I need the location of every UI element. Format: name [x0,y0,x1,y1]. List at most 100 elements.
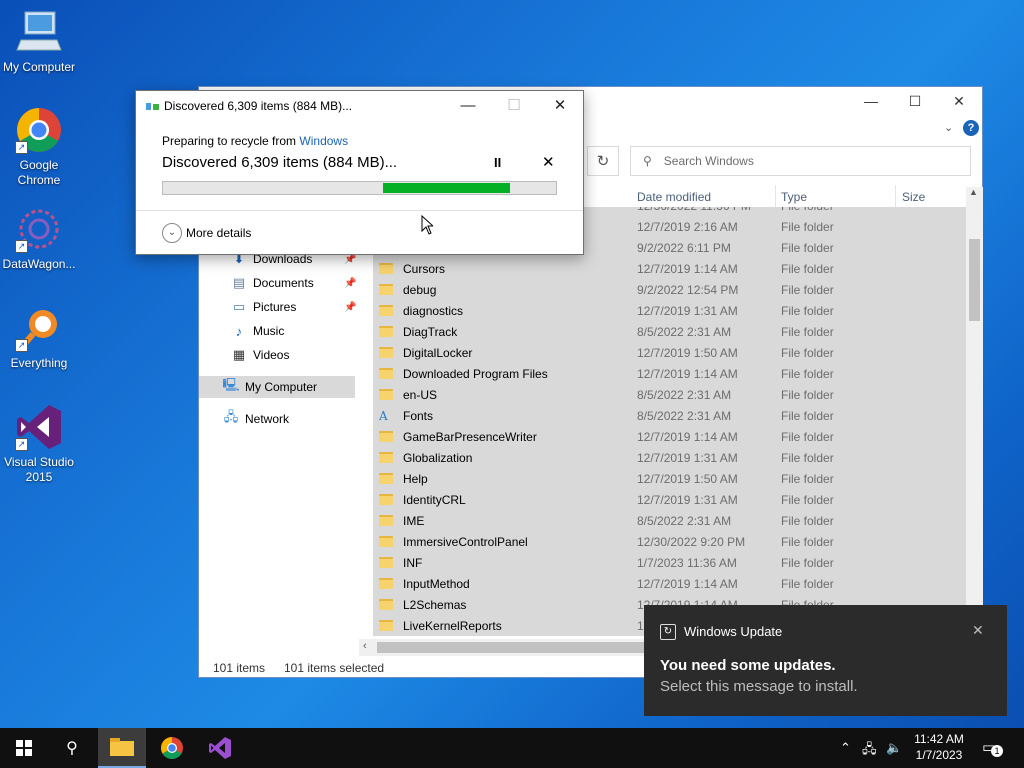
table-row[interactable]: Downloaded Program Files 12/7/2019 1:14 A… [373,363,966,384]
table-row[interactable]: en-US 8/5/2022 2:31 AM File folder [373,384,966,405]
vertical-scroll-thumb[interactable] [969,239,980,321]
cell-name: InputMethod [403,576,470,591]
visual-studio-icon: ↗ [15,403,63,451]
table-row[interactable]: debug 9/2/2022 12:54 PM File folder [373,279,966,300]
help-icon[interactable]: ? [963,120,979,136]
taskbar-visual-studio[interactable] [196,728,244,768]
table-row[interactable]: INF 1/7/2023 11:36 AM File folder [373,552,966,573]
datawagon-icon: ↗ [15,205,63,253]
network-icon: 🖧 [223,409,239,424]
table-row[interactable]: Help 12/7/2019 1:50 AM File folder [373,468,966,489]
nav-item-videos[interactable]: ▦ Videos [231,344,290,366]
chevron-down-icon[interactable]: ⌄ [162,223,182,243]
network-icon[interactable]: 🖧 [862,740,877,762]
clock[interactable]: 11:42 AM 1/7/2023 [905,731,973,763]
maximize-button: ☐ [507,97,521,114]
shortcut-arrow-icon: ↗ [15,339,28,352]
close-button[interactable]: ✕ [540,95,580,119]
source-folder-link[interactable]: Windows [299,134,348,148]
refresh-button[interactable]: ↻ [587,146,619,176]
table-row[interactable]: diagnostics 12/7/2019 1:31 AM File folder [373,300,966,321]
search-icon: ⚲ [643,154,652,168]
desktop-icon-google-chrome[interactable]: ↗ Google Chrome [0,106,78,188]
cell-date: 12/7/2019 1:14 AM [637,429,738,444]
nav-item-pictures[interactable]: ▭ Pictures [231,296,297,318]
cell-type: File folder [781,492,834,507]
cell-type: File folder [781,207,834,213]
table-row[interactable]: DigitalLocker 12/7/2019 1:50 AM File folde… [373,342,966,363]
cell-type: File folder [781,303,834,318]
ribbon-expand-icon[interactable]: ⌄ [944,121,953,134]
desktop-icon-datawagon[interactable]: ↗ DataWagon... [0,205,78,272]
file-list[interactable]: 12/30/2022 11:36 PM File folder 12/7/2019 … [373,207,966,639]
notification-count-badge: 1 [991,745,1003,757]
show-hidden-icons-chevron-icon[interactable]: ⌃ [840,740,851,756]
table-row[interactable]: ImmersiveControlPanel 12/30/2022 9:20 PM F… [373,531,966,552]
folder-icon [379,494,393,505]
table-row[interactable]: IME 8/5/2022 2:31 AM File folder [373,510,966,531]
cell-type: File folder [781,471,834,486]
folder-icon [379,599,393,610]
start-button[interactable] [0,728,48,768]
more-details-button[interactable]: More details [186,226,251,240]
scroll-up-arrow-icon[interactable]: ▲ [969,187,978,197]
cell-date: 8/5/2022 2:31 AM [637,387,732,402]
nav-label: Pictures [253,300,297,314]
desktop-icon-visual-studio[interactable]: ↗ Visual Studio 2015 [0,403,78,485]
action-center-button[interactable]: ▭ 1 [982,738,1004,758]
pin-icon: 📌 [344,254,357,265]
desktop-icon-everything[interactable]: ↗ Everything [0,304,78,371]
maximize-button[interactable]: ☐ [893,93,937,110]
folder-icon [379,515,393,526]
pause-button[interactable]: II [494,155,501,170]
cancel-button[interactable]: ✕ [542,153,555,171]
folder-icon [379,452,393,463]
cell-name: Globalization [403,450,473,465]
clock-date: 1/7/2023 [915,748,963,762]
nav-item-my-computer[interactable]: 🖳 My Computer [199,376,355,398]
cell-date: 1 [637,618,644,633]
table-row[interactable]: GameBarPresenceWriter 12/7/2019 1:14 AM Fi… [373,426,966,447]
taskbar-file-explorer[interactable] [98,728,146,768]
close-button[interactable]: ✕ [937,93,981,110]
volume-icon[interactable]: 🔈 [886,740,902,756]
delete-progress-dialog[interactable]: Discovered 6,309 items (884 MB)... — ☐ ✕… [135,90,584,255]
cell-date: 9/2/2022 12:54 PM [637,282,739,297]
cell-date: 8/5/2022 2:31 AM [637,408,732,423]
windows-update-notification[interactable]: ↻ Windows Update ✕ You need some updates… [644,605,1007,716]
preparing-label: Preparing to recycle from [162,134,297,148]
cell-date: 8/5/2022 2:31 AM [637,513,732,528]
pin-icon: 📌 [344,278,357,289]
dialog-title: Discovered 6,309 items (884 MB)... [164,99,353,113]
cell-name: DiagTrack [403,324,458,339]
desktop-icon-label: Google Chrome [17,158,61,187]
minimize-button[interactable]: — [448,95,488,119]
search-button[interactable]: ⚲ [48,728,96,768]
table-row[interactable]: DiagTrack 8/5/2022 2:31 AM File folder [373,321,966,342]
horizontal-scroll-thumb[interactable] [377,642,645,653]
cell-date: 12/7/2019 1:50 AM [637,471,738,486]
nav-item-documents[interactable]: ▤ Documents [231,272,314,294]
cell-name: diagnostics [403,303,464,318]
minimize-button[interactable]: — [849,93,893,109]
nav-item-music[interactable]: ♪ Music [231,320,285,342]
table-row[interactable]: IdentityCRL 12/7/2019 1:31 AM File folder [373,489,966,510]
chrome-icon [161,737,183,759]
scroll-left-arrow-icon[interactable]: ‹ [363,640,367,652]
taskbar-chrome[interactable] [148,728,196,768]
search-input[interactable]: ⚲ Search Windows [630,146,971,176]
desktop-icon-my-computer[interactable]: My Computer [0,8,78,75]
nav-item-network[interactable]: 🖧 Network [223,408,289,430]
table-row[interactable]: Globalization 12/7/2019 1:31 AM File folde… [373,447,966,468]
shortcut-arrow-icon: ↗ [15,141,28,154]
folder-icon [379,305,393,316]
status-item-count: 101 items [213,661,266,675]
notification-close-button[interactable]: ✕ [972,622,984,639]
table-row[interactable]: A Fonts 8/5/2022 2:31 AM File folder [373,405,966,426]
table-row[interactable]: Cursors 12/7/2019 1:14 AM File folder [373,258,966,279]
table-row[interactable]: InputMethod 12/7/2019 1:14 AM File folder [373,573,966,594]
documents-icon: ▤ [232,275,246,290]
computer-icon: 🖳 [222,377,240,392]
cell-name: DigitalLocker [403,345,473,360]
cell-name: GameBarPresenceWriter [403,429,537,444]
